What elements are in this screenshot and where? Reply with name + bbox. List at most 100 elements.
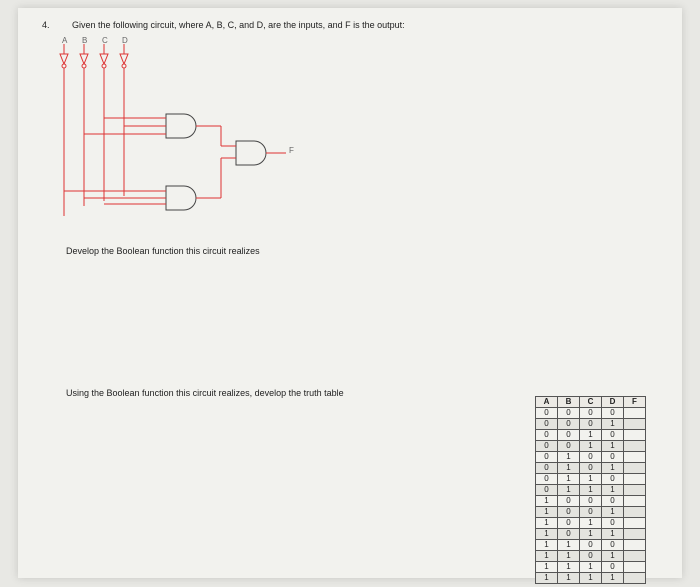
truth-table-header: D	[602, 397, 624, 408]
truth-table-cell: 0	[602, 518, 624, 529]
truth-table-cell: 0	[580, 452, 602, 463]
input-c-label: C	[102, 36, 108, 45]
truth-table-cell: 1	[602, 463, 624, 474]
truth-table-cell	[624, 463, 646, 474]
truth-table-cell: 1	[580, 529, 602, 540]
truth-table-cell: 0	[536, 452, 558, 463]
table-row: 0111	[536, 485, 646, 496]
table-row: 1111	[536, 573, 646, 584]
truth-table-cell: 0	[602, 452, 624, 463]
truth-table-cell	[624, 474, 646, 485]
prompt-truth-table: Using the Boolean function this circuit …	[66, 388, 344, 398]
truth-table-cell: 0	[536, 474, 558, 485]
truth-table-cell	[624, 540, 646, 551]
table-row: 0001	[536, 419, 646, 430]
truth-table-cell: 1	[580, 430, 602, 441]
truth-table-cell: 1	[602, 441, 624, 452]
truth-table-header: C	[580, 397, 602, 408]
truth-table-cell: 0	[602, 474, 624, 485]
truth-table-cell: 1	[602, 551, 624, 562]
circuit-diagram: A B C D	[46, 36, 306, 236]
truth-table-cell: 1	[558, 551, 580, 562]
truth-table-cell: 1	[558, 562, 580, 573]
truth-table-cell	[624, 441, 646, 452]
truth-table-cell: 1	[602, 419, 624, 430]
worksheet-page: 4. Given the following circuit, where A,…	[18, 8, 682, 578]
truth-table-cell	[624, 562, 646, 573]
truth-table-cell: 1	[536, 573, 558, 584]
input-d-label: D	[122, 36, 128, 45]
truth-table-cell: 1	[536, 496, 558, 507]
truth-table-cell: 0	[536, 441, 558, 452]
truth-table-cell: 1	[580, 485, 602, 496]
truth-table-cell: 1	[536, 507, 558, 518]
truth-table-cell	[624, 496, 646, 507]
truth-table-cell: 0	[602, 540, 624, 551]
truth-table-cell: 1	[558, 452, 580, 463]
truth-table-cell: 1	[602, 485, 624, 496]
truth-table-cell: 0	[602, 408, 624, 419]
question-number: 4.	[42, 20, 50, 30]
truth-table-cell: 1	[536, 529, 558, 540]
truth-table-cell	[624, 430, 646, 441]
truth-table-cell	[624, 507, 646, 518]
truth-table-cell: 0	[536, 463, 558, 474]
truth-table-cell: 0	[580, 496, 602, 507]
truth-table-cell: 1	[558, 485, 580, 496]
table-row: 1110	[536, 562, 646, 573]
truth-table-cell: 0	[580, 419, 602, 430]
truth-table-cell: 1	[558, 463, 580, 474]
truth-table-cell	[624, 452, 646, 463]
table-row: 1011	[536, 529, 646, 540]
table-row: 0100	[536, 452, 646, 463]
truth-table-cell: 1	[536, 562, 558, 573]
truth-table-cell: 0	[558, 408, 580, 419]
truth-table-cell: 0	[536, 419, 558, 430]
truth-table-cell: 1	[580, 474, 602, 485]
table-row: 1001	[536, 507, 646, 518]
truth-table-cell: 1	[580, 518, 602, 529]
truth-table-cell: 1	[602, 573, 624, 584]
prompt-boolean: Develop the Boolean function this circui…	[66, 246, 260, 256]
output-f-label: F	[289, 146, 294, 155]
truth-table-cell	[624, 529, 646, 540]
truth-table-cell: 0	[580, 507, 602, 518]
table-row: 0110	[536, 474, 646, 485]
table-row: 1010	[536, 518, 646, 529]
truth-table-cell: 0	[602, 562, 624, 573]
truth-table-cell: 0	[580, 551, 602, 562]
truth-table-cell	[624, 551, 646, 562]
truth-table-cell: 1	[558, 573, 580, 584]
truth-table-cell	[624, 573, 646, 584]
truth-table-cell: 0	[536, 430, 558, 441]
table-row: 1000	[536, 496, 646, 507]
table-row: 1101	[536, 551, 646, 562]
truth-table-cell: 1	[558, 540, 580, 551]
truth-table-cell: 0	[558, 496, 580, 507]
truth-table-cell: 0	[602, 496, 624, 507]
truth-table-header: B	[558, 397, 580, 408]
truth-table-cell: 1	[580, 441, 602, 452]
table-row: 0101	[536, 463, 646, 474]
table-row: 0000	[536, 408, 646, 419]
truth-table-cell: 0	[558, 441, 580, 452]
truth-table-cell: 1	[602, 507, 624, 518]
truth-table-cell: 0	[558, 430, 580, 441]
truth-table-cell: 1	[558, 474, 580, 485]
truth-table-cell	[624, 485, 646, 496]
input-a-label: A	[62, 36, 68, 45]
truth-table-cell: 1	[536, 540, 558, 551]
truth-table-cell: 0	[558, 419, 580, 430]
truth-table-cell	[624, 518, 646, 529]
table-row: 0011	[536, 441, 646, 452]
truth-table-cell: 0	[558, 518, 580, 529]
truth-table-cell: 0	[580, 540, 602, 551]
truth-table-cell: 0	[536, 485, 558, 496]
truth-table-cell: 0	[580, 408, 602, 419]
truth-table-cell: 0	[536, 408, 558, 419]
truth-table-header: A	[536, 397, 558, 408]
truth-table-cell: 1	[580, 562, 602, 573]
table-row: 1100	[536, 540, 646, 551]
truth-table-cell: 0	[580, 463, 602, 474]
truth-table: ABCDF 0000000100100011010001010110011110…	[535, 396, 646, 584]
